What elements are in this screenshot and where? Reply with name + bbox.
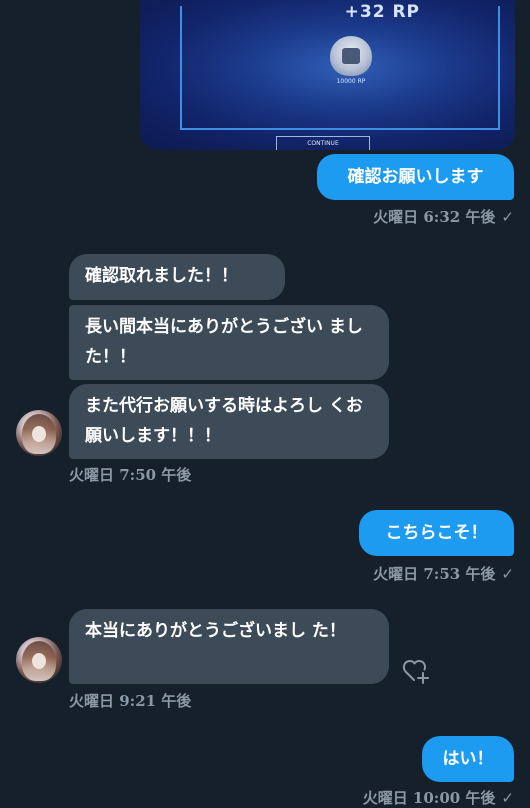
timestamp-text: 火曜日 9:21 午後 [69, 692, 192, 710]
timestamp-text: 火曜日 6:32 午後 [373, 208, 496, 226]
message-timestamp: 火曜日 7:53 午後 ✓ [373, 563, 514, 584]
message-outgoing[interactable]: 確認お願いします [317, 154, 514, 200]
sent-check-icon: ✓ [501, 565, 514, 583]
image-continue-label: CONTINUE [276, 136, 370, 150]
avatar[interactable] [16, 410, 62, 456]
message-timestamp: 火曜日 6:32 午後 ✓ [373, 206, 514, 227]
sent-screenshot-image[interactable]: +32 RP 10000 RP CONTINUE [140, 0, 515, 150]
message-text: また代行お願いする時はよろし くお願いします！！！ [85, 396, 363, 446]
conversation-view: +32 RP 10000 RP CONTINUE 確認お願いします 火曜日 6:… [0, 0, 530, 807]
message-text: 確認お願いします [347, 167, 484, 187]
timestamp-text: 火曜日 7:53 午後 [373, 565, 496, 583]
message-incoming[interactable]: 長い間本当にありがとうござい ました！！ [69, 305, 389, 380]
message-text: はい！ [442, 749, 494, 769]
rank-emblem-icon [330, 36, 372, 76]
sent-check-icon: ✓ [501, 208, 514, 226]
image-rp-total: 10000 RP [336, 78, 366, 85]
message-incoming[interactable]: また代行お願いする時はよろし くお願いします！！！ [69, 384, 389, 459]
heart-plus-icon[interactable] [401, 656, 431, 686]
image-rp-gain: +32 RP [344, 2, 420, 22]
message-timestamp: 火曜日 10:00 午後 ✓ [363, 787, 514, 808]
message-timestamp: 火曜日 7:50 午後 [69, 464, 191, 485]
avatar[interactable] [16, 637, 62, 683]
message-text: 確認取れました！！ [85, 266, 238, 286]
message-outgoing[interactable]: はい！ [422, 736, 514, 782]
timestamp-text: 火曜日 7:50 午後 [69, 466, 192, 484]
message-timestamp: 火曜日 9:21 午後 [69, 690, 191, 711]
message-outgoing[interactable]: こちらこそ！ [359, 510, 514, 556]
message-text: こちらこそ！ [385, 523, 488, 543]
message-text: 本当にありがとうございまし た！ [85, 621, 346, 641]
message-text: 長い間本当にありがとうござい ました！！ [85, 317, 363, 367]
sent-check-icon: ✓ [501, 789, 514, 807]
message-incoming[interactable]: 確認取れました！！ [69, 254, 285, 300]
timestamp-text: 火曜日 10:00 午後 [362, 789, 496, 807]
message-incoming[interactable]: 本当にありがとうございまし た！ [69, 609, 389, 684]
